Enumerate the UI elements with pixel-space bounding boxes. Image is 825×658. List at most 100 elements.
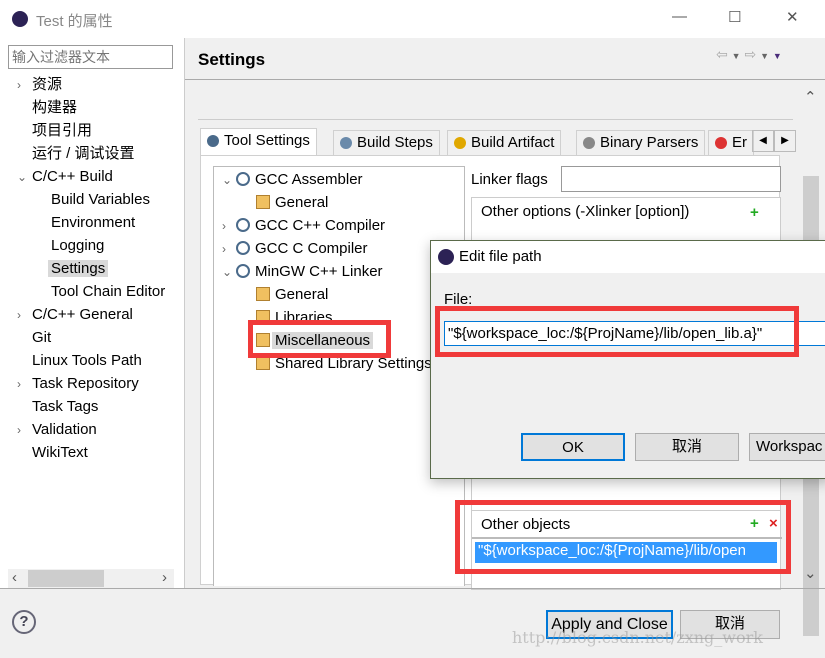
nav-buttons: ⇦ ▼ ⇨ ▼ ▼ [716, 46, 782, 63]
scroll-down-icon[interactable]: ⌄ [804, 564, 817, 582]
add-icon[interactable]: + [750, 204, 759, 221]
sidebar-item-label: Environment [51, 214, 136, 231]
sidebar-item[interactable]: 项目引用 [32, 120, 92, 142]
tool-tree-label: GCC Assembler [255, 171, 363, 188]
sidebar-item-label: C/C++ Build [32, 168, 113, 185]
scroll-right-icon[interactable]: › [162, 569, 167, 586]
sidebar-item-label: 运行 / 调试设置 [32, 145, 135, 162]
sidebar-item[interactable]: › Validation [17, 419, 97, 441]
minimize-button[interactable]: — [672, 8, 687, 25]
tab[interactable]: Tool Settings [200, 128, 317, 156]
chevron-down-icon[interactable]: ⌄ [222, 261, 232, 283]
forward-icon[interactable]: ⇨ [744, 46, 756, 62]
tab[interactable]: Er [708, 130, 754, 156]
title-bar: Test 的属性 — ☐ ✕ [0, 0, 825, 38]
scroll-thumb[interactable] [28, 570, 104, 587]
sidebar-item[interactable]: Tool Chain Editor [51, 281, 165, 303]
back-dropdown-icon[interactable]: ▼ [732, 51, 741, 61]
sidebar-item[interactable]: Settings [48, 258, 109, 280]
header-divider [185, 79, 825, 80]
chevron-right-icon[interactable]: › [17, 373, 21, 395]
chevron-right-icon[interactable]: › [17, 74, 21, 96]
sidebar-item-label: C/C++ General [32, 306, 133, 323]
sidebar-item[interactable]: › C/C++ General [17, 304, 133, 326]
sidebar-item-label: Task Repository [32, 375, 139, 392]
sidebar-item-label: Settings [48, 260, 109, 277]
chevron-down-icon[interactable]: ⌄ [17, 166, 27, 188]
config-area [198, 86, 793, 120]
tab-scroll-left[interactable]: ◀ [752, 130, 774, 152]
sidebar-item-label: Linux Tools Path [32, 352, 142, 369]
help-icon[interactable]: ? [12, 610, 36, 634]
sidebar-item-label: 项目引用 [32, 122, 93, 139]
sidebar-item[interactable]: WikiText [32, 442, 88, 464]
tool-tree-label: GCC C Compiler [255, 240, 368, 257]
edit-file-path-dialog: Edit file path File: OK 取消 Workspac [430, 240, 825, 479]
forward-dropdown-icon[interactable]: ▼ [760, 51, 769, 61]
chevron-right-icon[interactable]: › [222, 215, 226, 237]
sidebar-item-label: Tool Chain Editor [51, 283, 166, 300]
linker-flags-label: Linker flags [471, 171, 548, 188]
tab[interactable]: Build Steps [333, 130, 440, 156]
sidebar: › 资源构建器项目引用运行 / 调试设置 ⌄ C/C++ Build Build Var… [0, 38, 185, 588]
sidebar-item[interactable]: Build Variables [51, 189, 150, 211]
folder-options-icon [256, 356, 270, 370]
chevron-right-icon[interactable]: › [222, 238, 226, 260]
tab-scroll-right[interactable]: ▶ [774, 130, 796, 152]
dialog-title-bar: Edit file path [431, 241, 825, 273]
footer-divider [0, 588, 825, 589]
filter-input[interactable] [8, 45, 173, 69]
sidebar-item[interactable]: Linux Tools Path [32, 350, 142, 372]
tool-tree-item[interactable]: ⌄ MinGW C++ Linker [222, 261, 383, 283]
tool-tree-box: ⌄ GCC Assembler General › GCC C++ Compiler › G… [213, 166, 465, 586]
sidebar-item[interactable]: Logging [51, 235, 104, 257]
chevron-down-icon[interactable]: ⌄ [222, 169, 232, 191]
sidebar-item[interactable]: ⌄ C/C++ Build [17, 166, 113, 188]
tool-tree-item[interactable]: ⌄ GCC Assembler [222, 169, 363, 191]
watermark: http://blog.csdn.net/zxng_work [512, 628, 763, 647]
sidebar-hscrollbar[interactable]: ‹ › [8, 569, 174, 588]
sidebar-item[interactable]: Git [32, 327, 51, 349]
sidebar-item-label: WikiText [32, 444, 88, 461]
chevron-right-icon[interactable]: › [17, 304, 21, 326]
scroll-up-icon[interactable]: ⌃ [804, 88, 817, 106]
binary-icon [583, 137, 595, 149]
tab[interactable]: Build Artifact [447, 130, 562, 156]
tab-label: Binary Parsers [600, 134, 699, 151]
other-options-label: Other options (-Xlinker [option]) [481, 203, 690, 220]
close-button[interactable]: ✕ [786, 8, 799, 26]
linker-flags-input[interactable] [561, 166, 781, 192]
tool-icon [236, 218, 250, 232]
sidebar-item[interactable]: Environment [51, 212, 135, 234]
sidebar-item[interactable]: Task Tags [32, 396, 98, 418]
sidebar-item-label: 构建器 [32, 99, 78, 116]
maximize-button[interactable]: ☐ [728, 8, 741, 26]
annotation-box [455, 500, 791, 574]
annotation-box [248, 320, 391, 358]
tool-icon [236, 264, 250, 278]
workspace-button[interactable]: Workspac [749, 433, 825, 461]
sidebar-item[interactable]: 运行 / 调试设置 [32, 143, 135, 165]
sidebar-item-label: 资源 [32, 76, 63, 93]
tool-tree-label: General [275, 286, 329, 303]
sidebar-item[interactable]: › Task Repository [17, 373, 139, 395]
back-icon[interactable]: ⇦ [716, 46, 728, 62]
view-menu-icon[interactable]: ▼ [773, 51, 782, 61]
scroll-left-icon[interactable]: ‹ [12, 569, 17, 586]
tool-tree-label: GCC C++ Compiler [255, 217, 386, 234]
tool-tree-item[interactable]: General [256, 192, 328, 214]
tool-tree-label: General [275, 194, 329, 211]
window-title: Test 的属性 [36, 13, 113, 30]
ok-button[interactable]: OK [521, 433, 625, 461]
sidebar-item[interactable]: › 资源 [17, 74, 63, 96]
sidebar-item-label: Git [32, 329, 52, 346]
page-title: Settings [198, 50, 266, 69]
tab[interactable]: Binary Parsers [576, 130, 706, 156]
tool-tree-item[interactable]: › GCC C++ Compiler [222, 215, 386, 237]
sidebar-item[interactable]: 构建器 [32, 97, 77, 119]
tool-tree-label: MinGW C++ Linker [255, 263, 383, 280]
chevron-right-icon[interactable]: › [17, 419, 21, 441]
cancel-button[interactable]: 取消 [635, 433, 739, 461]
tool-tree-item[interactable]: General [256, 284, 328, 306]
tool-tree-item[interactable]: › GCC C Compiler [222, 238, 368, 260]
